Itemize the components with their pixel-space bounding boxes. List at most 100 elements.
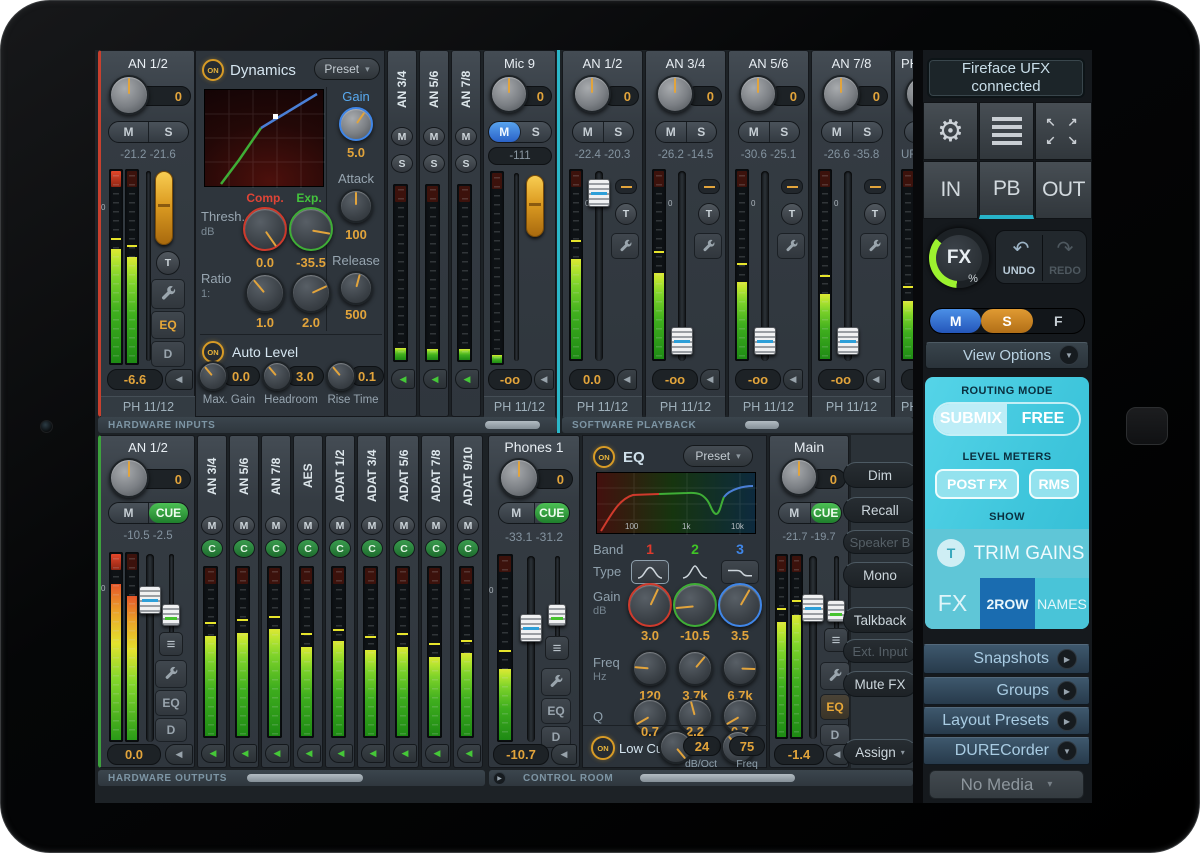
exp-thresh-knob[interactable] bbox=[289, 207, 333, 251]
gain-fader[interactable] bbox=[155, 171, 173, 245]
settings-wrench-button[interactable] bbox=[777, 233, 805, 259]
cue-button[interactable]: C bbox=[425, 539, 447, 558]
speaker-b-button[interactable]: Speaker B bbox=[843, 530, 915, 554]
routing-target[interactable]: PH 11/12 bbox=[484, 396, 555, 417]
mute-button[interactable]: M bbox=[233, 516, 255, 535]
mute-button[interactable]: M bbox=[489, 122, 521, 142]
gain-knob[interactable] bbox=[109, 458, 149, 498]
mute-button[interactable]: M bbox=[573, 122, 604, 142]
mute-button[interactable]: M bbox=[201, 516, 223, 535]
solo-button[interactable]: S bbox=[853, 122, 883, 142]
collapse-button[interactable]: ◀ bbox=[233, 744, 257, 763]
eq-tab[interactable]: EQ bbox=[151, 311, 185, 339]
cue-button[interactable]: C bbox=[233, 539, 255, 558]
eq-on-button[interactable]: ON bbox=[593, 446, 615, 468]
solo-button[interactable]: S bbox=[455, 154, 477, 173]
gain-knob[interactable] bbox=[780, 458, 818, 496]
collapse-button[interactable]: ◀ bbox=[329, 744, 353, 763]
tab-pb[interactable]: PB bbox=[979, 161, 1034, 219]
fader[interactable] bbox=[754, 327, 776, 355]
band1-type-button[interactable] bbox=[631, 560, 669, 584]
two-row-button[interactable]: 2ROW bbox=[980, 578, 1035, 629]
collapse-button[interactable]: ◀ bbox=[391, 369, 415, 389]
channel-menu-button[interactable]: ≡ bbox=[159, 632, 183, 656]
mute-button[interactable]: M bbox=[423, 127, 445, 146]
layout-presets-expand[interactable]: ▶ bbox=[1057, 711, 1077, 731]
trim-button[interactable]: T bbox=[781, 203, 803, 225]
mono-button[interactable]: Mono bbox=[843, 562, 915, 588]
collapse-button[interactable]: ◀ bbox=[423, 369, 447, 389]
ext-input-button[interactable]: Ext. Input bbox=[843, 639, 915, 663]
home-button[interactable] bbox=[1126, 407, 1168, 445]
free-button[interactable]: FREE bbox=[1007, 404, 1079, 434]
routing-target[interactable]: PH 11/12 bbox=[646, 396, 725, 417]
dim-button[interactable]: Dim bbox=[843, 462, 915, 488]
cue-button[interactable]: C bbox=[329, 539, 351, 558]
cue-button[interactable]: CUE bbox=[535, 503, 570, 523]
talkback-button[interactable]: Talkback bbox=[843, 607, 915, 633]
cue-button[interactable]: C bbox=[457, 539, 479, 558]
dynamics-graph[interactable] bbox=[204, 89, 324, 187]
collapse-button[interactable]: ◀ bbox=[265, 744, 289, 763]
output-strip-narrow[interactable]: ADAT 7/8MC◀ bbox=[421, 435, 451, 768]
collapse-button[interactable]: ◀ bbox=[425, 744, 449, 763]
playback-scrollbar[interactable] bbox=[745, 421, 779, 429]
durecorder-expand[interactable]: ▼ bbox=[1057, 741, 1077, 761]
band3-gain-knob[interactable] bbox=[718, 583, 762, 627]
solo-button[interactable]: S bbox=[604, 122, 634, 142]
gain-knob[interactable] bbox=[739, 75, 777, 113]
playback-strip[interactable]: AN 7/8 0 MS -26.6 -35.8 0 T -oo ◀ PH 11/… bbox=[811, 50, 892, 417]
output-strip-narrow[interactable]: ADAT 3/4MC◀ bbox=[357, 435, 387, 768]
routing-target[interactable]: PH bbox=[895, 396, 915, 417]
names-button[interactable]: NAMES bbox=[1035, 578, 1089, 629]
exp-ratio-knob[interactable] bbox=[291, 273, 331, 313]
mute-button[interactable]: M bbox=[822, 122, 853, 142]
mute-button[interactable]: M bbox=[739, 122, 770, 142]
cue-button[interactable]: C bbox=[297, 539, 319, 558]
pan-control[interactable] bbox=[864, 179, 886, 194]
fader[interactable] bbox=[139, 586, 161, 614]
solo-button[interactable]: S bbox=[391, 154, 413, 173]
solo-button[interactable]: S bbox=[770, 122, 800, 142]
mute-button[interactable]: M bbox=[265, 516, 287, 535]
fx-view-button[interactable]: FX bbox=[925, 578, 980, 629]
fader[interactable] bbox=[837, 327, 859, 355]
solo-button[interactable]: S bbox=[149, 122, 188, 142]
mute-button[interactable]: M bbox=[656, 122, 687, 142]
submix-button[interactable]: SUBMIX bbox=[935, 404, 1007, 434]
routing-target[interactable]: PH 11/12 bbox=[729, 396, 808, 417]
settings-wrench-button[interactable] bbox=[860, 233, 888, 259]
gain-knob[interactable] bbox=[490, 75, 528, 113]
input-strip-narrow[interactable]: AN 5/6 M S ◀ bbox=[419, 50, 449, 417]
mute-button[interactable]: M bbox=[455, 127, 477, 146]
recall-button[interactable]: Recall bbox=[843, 497, 915, 523]
collapse-button[interactable]: ◀ bbox=[297, 744, 321, 763]
mute-button[interactable]: M bbox=[361, 516, 383, 535]
undo-button[interactable]: UNDO bbox=[996, 263, 1042, 279]
trim-button[interactable]: T bbox=[864, 203, 886, 225]
mute-button[interactable]: M bbox=[109, 503, 149, 523]
fader[interactable] bbox=[588, 179, 610, 207]
groups-expand[interactable]: ▶ bbox=[1057, 681, 1077, 701]
band3-type-button[interactable] bbox=[721, 560, 759, 584]
band3-freq-knob[interactable] bbox=[722, 650, 758, 686]
solo-master-button[interactable]: S bbox=[981, 309, 1032, 333]
mute-button[interactable]: M bbox=[391, 127, 413, 146]
cue-button[interactable]: C bbox=[361, 539, 383, 558]
input-strip-narrow[interactable]: AN 3/4 M S ◀ bbox=[387, 50, 417, 417]
mute-button[interactable]: M bbox=[393, 516, 415, 535]
max-gain-knob[interactable] bbox=[198, 361, 228, 391]
channel-layout-button[interactable] bbox=[979, 102, 1034, 160]
mute-button[interactable]: M bbox=[297, 516, 319, 535]
eq-tab[interactable]: EQ bbox=[820, 694, 850, 720]
collapse-button[interactable]: ◀ bbox=[617, 369, 637, 390]
cue-button[interactable]: CUE bbox=[811, 503, 842, 523]
settings-gear-button[interactable]: ⚙ bbox=[923, 102, 978, 160]
tab-in[interactable]: IN bbox=[923, 161, 978, 219]
mute-button[interactable]: M bbox=[109, 122, 149, 142]
input-strip-narrow[interactable]: AN 7/8 M S ◀ bbox=[451, 50, 481, 417]
gain-knob[interactable] bbox=[573, 75, 611, 113]
comp-ratio-knob[interactable] bbox=[245, 273, 285, 313]
output-strip-an12[interactable]: AN 1/2 0 MCUE -10.5 -2.5 0 ≡ EQ D 0.0 ◀ bbox=[98, 435, 195, 768]
mute-button[interactable]: M bbox=[425, 516, 447, 535]
